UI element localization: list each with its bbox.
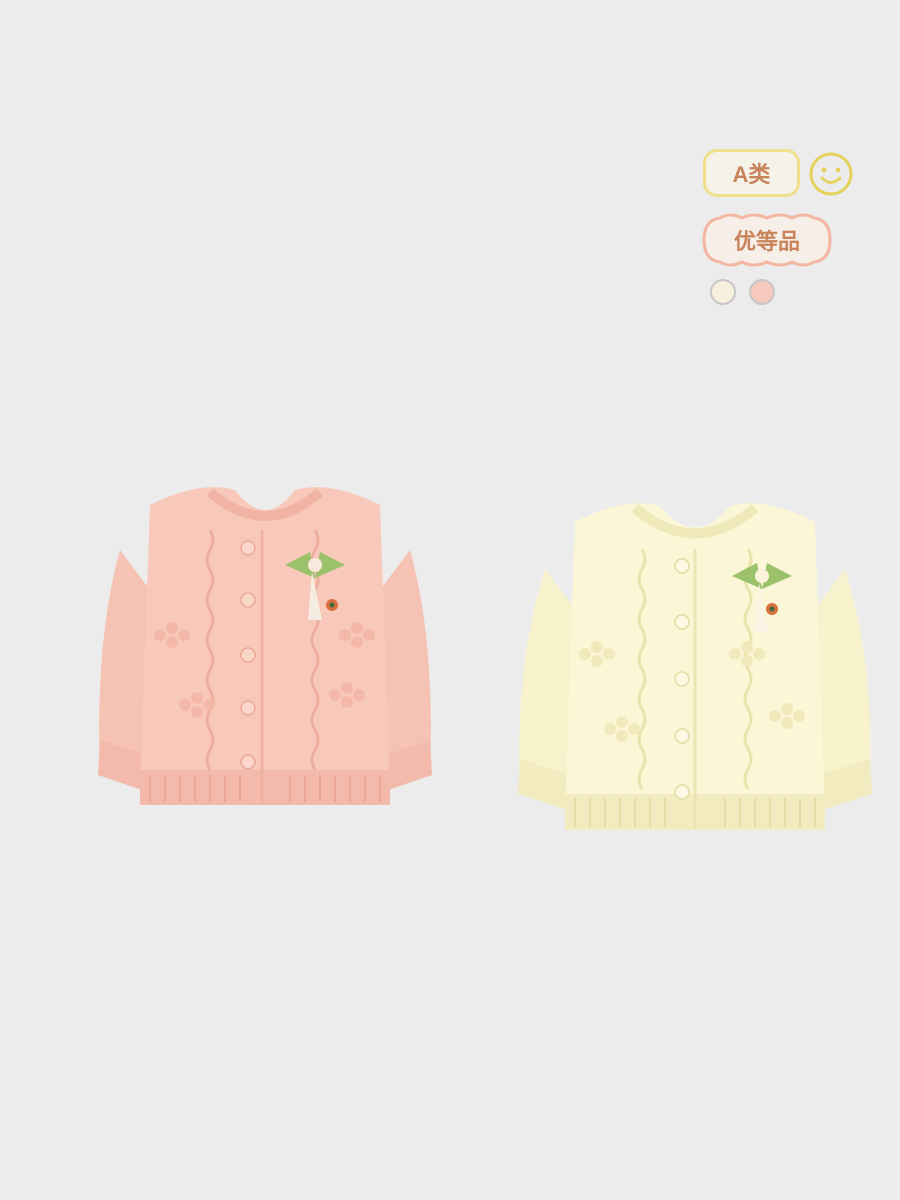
smiley-face-icon <box>809 152 853 196</box>
color-swatch-pink[interactable] <box>749 279 775 305</box>
color-swatch-cream[interactable] <box>710 279 736 305</box>
class-a-label: A类 <box>732 162 771 187</box>
cream-cardigan-image <box>518 503 872 830</box>
grade-label: 优等品 <box>733 229 800 254</box>
class-a-badge: A类 <box>703 149 800 197</box>
premium-grade-badge: 优等品 <box>700 212 834 268</box>
pink-cardigan-image <box>98 487 432 805</box>
